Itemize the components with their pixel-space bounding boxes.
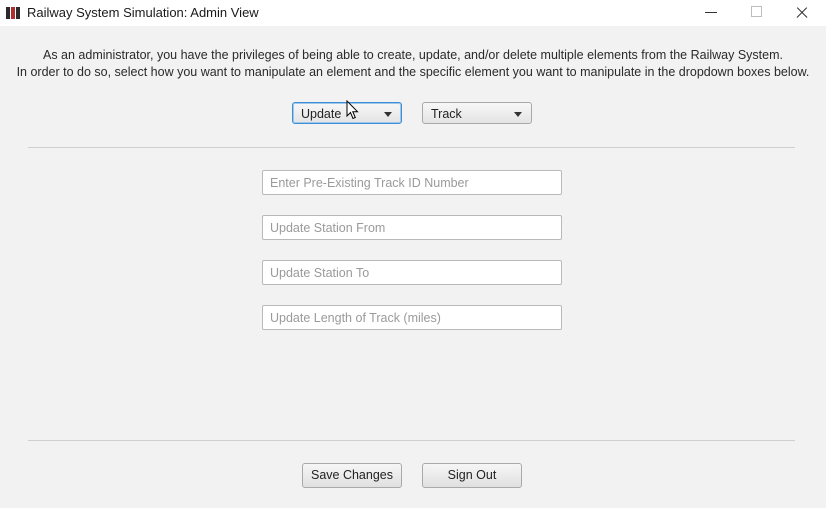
maximize-icon[interactable]: [733, 0, 779, 26]
divider-top: [28, 147, 795, 148]
instructions-text: As an administrator, you have the privil…: [0, 47, 826, 81]
element-dropdown[interactable]: Track: [422, 102, 532, 124]
instructions-line-1: As an administrator, you have the privil…: [43, 48, 783, 62]
mouse-cursor-icon: [346, 100, 359, 120]
track-length-input[interactable]: [262, 305, 562, 330]
app-icon: [6, 7, 22, 19]
sign-out-button[interactable]: Sign Out: [422, 463, 522, 488]
window-title: Railway System Simulation: Admin View: [27, 5, 259, 20]
action-dropdown-value: Update: [301, 107, 342, 121]
close-icon[interactable]: [779, 0, 825, 26]
minimize-icon[interactable]: [688, 0, 734, 26]
chevron-down-icon: [384, 112, 392, 117]
track-id-input[interactable]: [262, 170, 562, 195]
instructions-line-2: In order to do so, select how you want t…: [16, 65, 810, 79]
divider-bottom: [28, 440, 795, 441]
title-bar: Railway System Simulation: Admin View: [0, 0, 826, 26]
chevron-down-icon: [514, 112, 522, 117]
save-changes-button[interactable]: Save Changes: [302, 463, 402, 488]
element-dropdown-value: Track: [431, 107, 462, 121]
station-to-input[interactable]: [262, 260, 562, 285]
station-from-input[interactable]: [262, 215, 562, 240]
